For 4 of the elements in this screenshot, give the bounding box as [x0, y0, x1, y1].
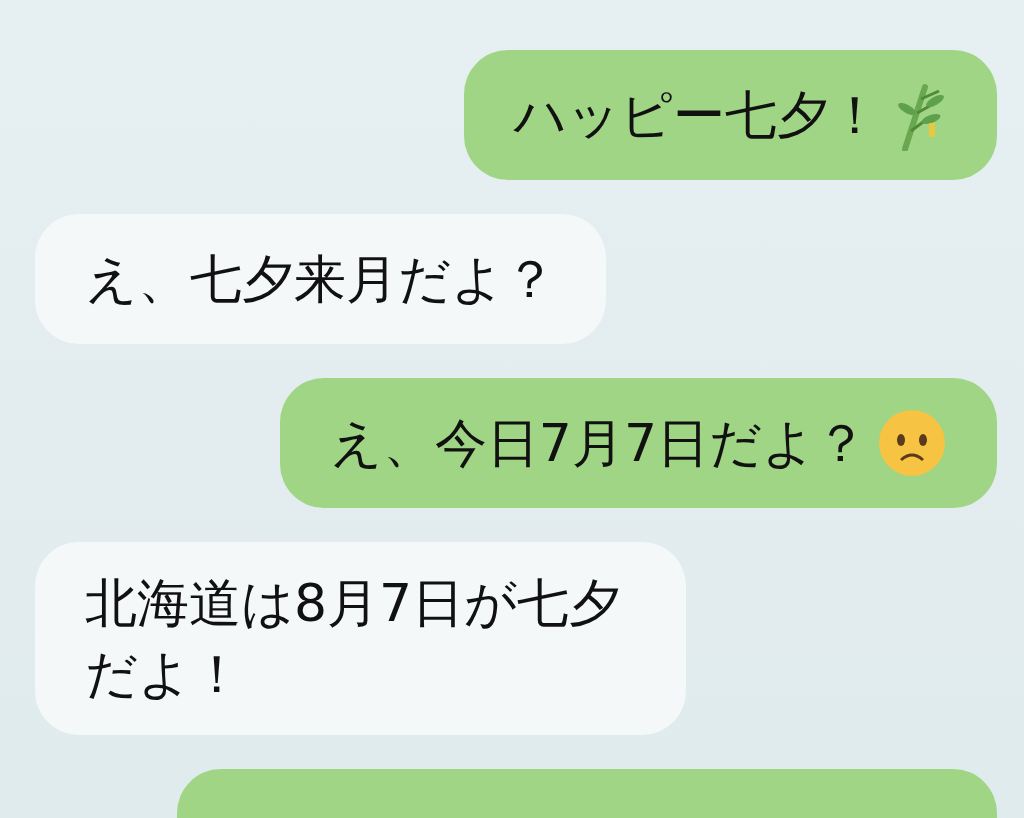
message-text: え、今日7月7日だよ？: [329, 411, 867, 475]
message-text: 北海道は8月7日が七夕だよ！: [85, 572, 623, 706]
message-text: ハッピー七夕！: [514, 83, 881, 147]
message-text: え、七夕来月だよ？: [85, 247, 556, 311]
